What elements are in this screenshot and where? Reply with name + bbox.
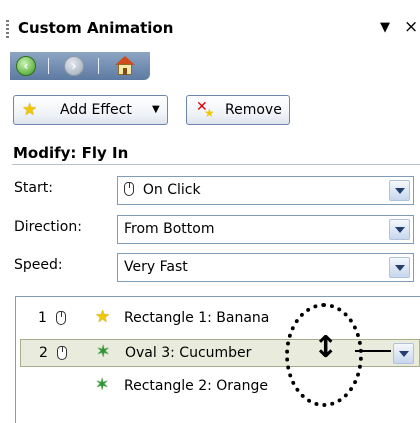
pane-menu-button[interactable]: ▼ <box>380 20 390 35</box>
back-arrow-icon[interactable]: ‹ <box>16 56 36 76</box>
section-divider <box>12 164 420 165</box>
effect-order-number: 1 <box>38 310 47 326</box>
remove-label: Remove <box>225 102 282 118</box>
pane-title: Custom Animation <box>18 19 174 37</box>
add-effect-button[interactable]: ★ Add Effect ▼ <box>13 95 168 125</box>
remove-star-icon: ★ <box>204 106 215 120</box>
start-select[interactable]: On Click <box>117 176 414 205</box>
grip-handle-icon[interactable] <box>6 20 9 38</box>
chevron-down-icon: ▼ <box>152 104 160 115</box>
mouse-icon <box>124 182 134 196</box>
speed-dropdown-button[interactable] <box>389 257 410 278</box>
mouse-icon <box>57 346 67 360</box>
effect-target-name: Rectangle 2: Orange <box>124 378 268 394</box>
modify-heading: Modify: Fly In <box>13 144 129 162</box>
direction-select[interactable]: From Bottom <box>117 215 414 244</box>
effect-target-name: Rectangle 1: Banana <box>124 310 270 326</box>
start-value: On Click <box>124 182 201 198</box>
item-dropdown-button[interactable] <box>393 343 414 364</box>
chevron-down-icon <box>399 351 409 357</box>
nav-separator <box>98 58 99 74</box>
pane-close-button[interactable]: × <box>404 17 418 37</box>
chevron-down-icon <box>395 227 405 233</box>
fly-in-icon: ✶ <box>96 342 111 362</box>
home-icon[interactable] <box>114 56 136 76</box>
speed-value: Very Fast <box>124 259 188 275</box>
list-item[interactable]: ✶ Rectangle 2: Orange <box>20 373 420 401</box>
add-effect-label: Add Effect <box>60 102 132 118</box>
forward-arrow-icon[interactable]: › <box>64 56 84 76</box>
start-dropdown-button[interactable] <box>389 180 410 201</box>
chevron-down-icon <box>395 265 405 271</box>
callout-leader-line <box>355 350 391 352</box>
direction-dropdown-button[interactable] <box>389 219 410 240</box>
nav-separator <box>48 58 49 74</box>
reorder-arrow-icon[interactable]: ↕ <box>313 333 338 363</box>
chevron-down-icon <box>395 188 405 194</box>
effect-order-number: 2 <box>39 345 48 361</box>
task-pane-header: Custom Animation ▼ × <box>0 0 420 52</box>
start-label: Start: <box>14 180 53 196</box>
star-icon: ★ <box>95 307 111 327</box>
navigation-bar: ‹ › <box>10 52 150 80</box>
direction-label: Direction: <box>14 219 82 235</box>
speed-label: Speed: <box>14 257 63 273</box>
add-effect-star-icon: ★ <box>22 100 38 120</box>
fly-in-icon: ✶ <box>95 375 110 395</box>
direction-value: From Bottom <box>124 221 215 237</box>
remove-button[interactable]: ✕ ★ Remove <box>186 95 290 125</box>
list-item[interactable]: 1 ★ Rectangle 1: Banana <box>20 305 420 333</box>
speed-select[interactable]: Very Fast <box>117 253 414 282</box>
mouse-icon <box>56 311 66 325</box>
effect-target-name: Oval 3: Cucumber <box>125 345 252 361</box>
